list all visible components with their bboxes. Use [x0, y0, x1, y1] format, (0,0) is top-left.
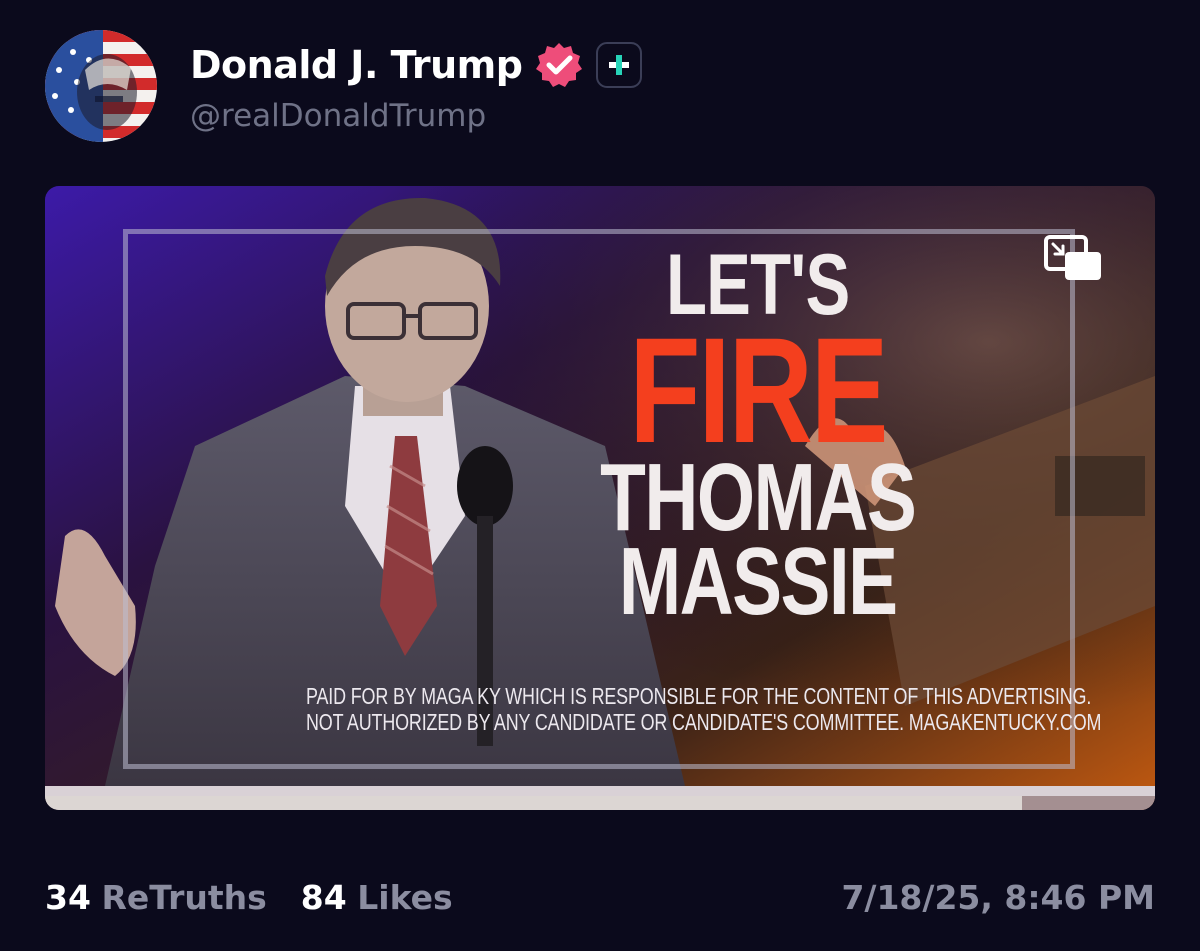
plus-icon [609, 55, 630, 75]
author-handle[interactable]: @realDonaldTrump [190, 98, 486, 134]
post-stats: 34 ReTruths 84 Likes [45, 878, 453, 917]
ad-headline: LET'S FIRE THOMAS MASSIE [590, 242, 925, 636]
truth-plus-badge [596, 42, 643, 88]
headline-line-2: FIRE [629, 305, 888, 474]
author-avatar[interactable] [45, 30, 157, 142]
truth-post: Donald J. Trump @realDonaldTrump LET'S F… [0, 0, 1200, 951]
disclaimer-line-2: NOT AUTHORIZED BY ANY CANDIDATE OR CANDI… [306, 709, 1102, 735]
ad-disclaimer: PAID FOR BY MAGA KY WHICH IS RESPONSIBLE… [306, 683, 1102, 735]
likes-stat[interactable]: 84 Likes [301, 878, 453, 917]
author-name[interactable]: Donald J. Trump [190, 43, 523, 87]
headline-line-4: MASSIE [618, 528, 898, 636]
retruths-count: 34 [45, 878, 91, 917]
verified-badge-icon [536, 43, 583, 87]
video-progress-bar[interactable] [45, 796, 1155, 810]
retruths-label: ReTruths [101, 878, 267, 917]
post-timestamp[interactable]: 7/18/25, 8:46 PM [841, 878, 1155, 917]
disclaimer-line-1: PAID FOR BY MAGA KY WHICH IS RESPONSIBLE… [306, 683, 1092, 709]
video-player[interactable]: LET'S FIRE THOMAS MASSIE PAID FOR BY MAG… [45, 186, 1155, 810]
video-progress-fill [45, 796, 1022, 810]
likes-label: Likes [357, 878, 453, 917]
picture-in-picture-icon[interactable] [1043, 234, 1103, 282]
likes-count: 84 [300, 878, 347, 917]
retruths-stat[interactable]: 34 ReTruths [45, 878, 267, 917]
